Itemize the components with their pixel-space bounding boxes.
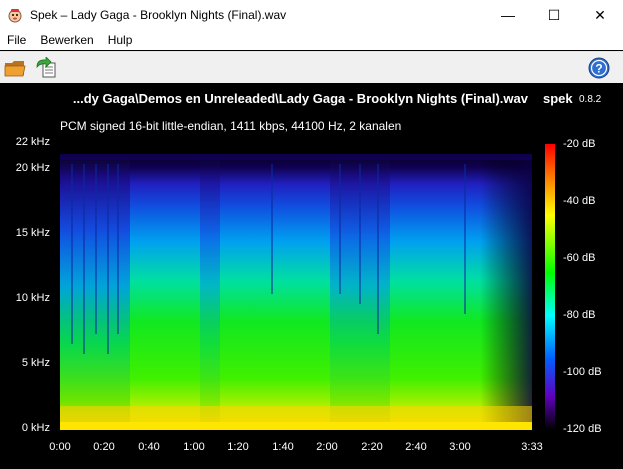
y-label-10khz: 10 kHz: [15, 292, 50, 304]
app-version: 0.8.2: [579, 94, 602, 105]
title-bar[interactable]: Spek – Lady Gaga - Brooklyn Nights (Fina…: [0, 0, 623, 30]
minimize-button[interactable]: —: [485, 0, 531, 30]
db-label-100: -100 dB: [563, 366, 602, 378]
x-label-1-00: 1:00: [183, 441, 205, 453]
db-label-20: -20 dB: [563, 138, 596, 150]
close-button[interactable]: ✕: [577, 0, 623, 30]
y-label-5khz: 5 kHz: [21, 357, 50, 369]
db-label-80: -80 dB: [563, 309, 596, 321]
x-label-0-20: 0:20: [93, 441, 115, 453]
x-label-1-40: 1:40: [272, 441, 294, 453]
x-label-0-40: 0:40: [138, 441, 160, 453]
y-label-0khz: 0 kHz: [21, 422, 50, 434]
spectrogram-view: ...dy Gaga\Demos en Unreleaded\Lady Gaga…: [0, 83, 623, 469]
db-label-60: -60 dB: [563, 252, 596, 264]
db-label-40: -40 dB: [563, 195, 596, 207]
x-label-1-20: 1:20: [227, 441, 249, 453]
db-color-scale: [545, 144, 555, 430]
svg-text:?: ?: [595, 62, 602, 76]
y-label-22khz: 22 kHz: [15, 136, 50, 148]
help-icon[interactable]: ?: [587, 56, 611, 80]
menu-hulp[interactable]: Hulp: [101, 33, 140, 47]
menu-bar: File Bewerken Hulp: [0, 30, 623, 50]
y-label-20khz: 20 kHz: [15, 162, 50, 174]
db-label-120: -120 dB: [563, 423, 602, 435]
x-label-2-20: 2:20: [361, 441, 383, 453]
maximize-button[interactable]: ☐: [531, 0, 577, 30]
x-label-3-33: 3:33: [521, 441, 543, 453]
menu-bewerken[interactable]: Bewerken: [33, 33, 100, 47]
app-name: spek: [543, 91, 573, 106]
x-label-0-00: 0:00: [49, 441, 71, 453]
spek-window: Spek – Lady Gaga - Brooklyn Nights (Fina…: [0, 0, 623, 469]
spek-app-icon: [7, 7, 23, 23]
spectrogram-plot: [60, 144, 532, 430]
menu-file[interactable]: File: [0, 33, 33, 47]
x-label-3-00: 3:00: [449, 441, 471, 453]
audio-description: PCM signed 16-bit little-endian, 1411 kb…: [60, 119, 402, 133]
x-label-2-40: 2:40: [405, 441, 427, 453]
toolbar: ?: [0, 51, 623, 84]
save-icon[interactable]: [34, 56, 58, 80]
x-label-2-00: 2:00: [316, 441, 338, 453]
window-title: Spek – Lady Gaga - Brooklyn Nights (Fina…: [30, 8, 287, 22]
open-folder-icon[interactable]: [3, 56, 27, 80]
file-path-title: ...dy Gaga\Demos en Unreleaded\Lady Gaga…: [72, 91, 528, 106]
y-label-15khz: 15 kHz: [15, 227, 50, 239]
